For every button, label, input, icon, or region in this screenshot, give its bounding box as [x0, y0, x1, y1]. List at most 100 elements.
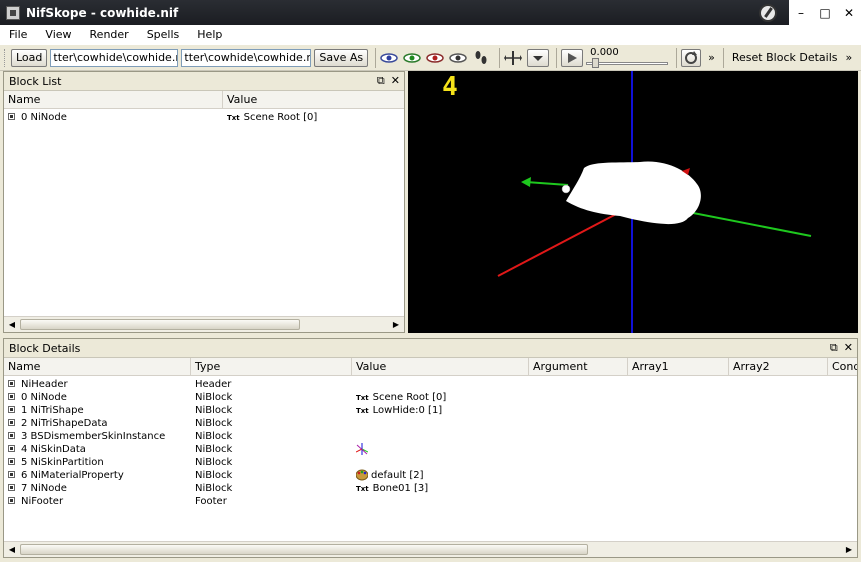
axes-icon	[355, 443, 369, 455]
loop-button[interactable]	[681, 48, 702, 67]
lod-label: 4	[442, 72, 458, 102]
menu-file[interactable]: File	[0, 25, 36, 45]
float-icon[interactable]: ⧉	[830, 342, 838, 354]
eye-red-icon[interactable]	[426, 49, 444, 67]
toolbar-overflow-1[interactable]: »	[704, 51, 719, 64]
row-type: NiBlock	[195, 483, 233, 494]
row-type: NiBlock	[195, 405, 233, 416]
expand-icon[interactable]	[8, 496, 15, 504]
table-row[interactable]: 2 NiTriShapeData NiBlock	[4, 417, 857, 430]
block-list-title: Block List	[9, 74, 62, 88]
table-row[interactable]: 4 NiSkinData NiBlock	[4, 443, 857, 456]
scroll-left-icon[interactable]: ◀	[4, 542, 20, 557]
toolbar-grip[interactable]	[4, 48, 7, 67]
expand-icon[interactable]	[8, 483, 15, 491]
block-list-panel: Block List ⧉ ✕ Name Value 0 NiNode Txt Sc…	[3, 71, 405, 333]
column-value[interactable]: Value	[352, 358, 529, 375]
expand-icon[interactable]	[8, 444, 15, 452]
eye-gray-icon[interactable]	[449, 49, 467, 67]
table-row[interactable]: 5 NiSkinPartition NiBlock	[4, 456, 857, 469]
view-dropdown-button[interactable]	[527, 48, 550, 67]
table-row[interactable]: 1 NiTriShape NiBlock Txt LowHide:0 [1]	[4, 404, 857, 417]
column-value[interactable]: Value	[223, 91, 404, 108]
column-name[interactable]: Name	[4, 358, 191, 375]
window-title: NifSkope - cowhide.nif	[26, 5, 179, 20]
table-row[interactable]: 7 NiNode NiBlock Txt Bone01 [3]	[4, 482, 857, 495]
scroll-thumb[interactable]	[20, 319, 300, 330]
axis-move-icon[interactable]	[504, 49, 523, 67]
expand-icon[interactable]	[8, 418, 15, 426]
render-viewport[interactable]: 4	[408, 71, 858, 333]
column-argument[interactable]: Argument	[529, 358, 628, 375]
menu-spells[interactable]: Spells	[138, 25, 189, 45]
row-type: NiBlock	[195, 457, 233, 468]
row-name: 4 NiSkinData	[21, 444, 86, 455]
expand-icon[interactable]	[8, 392, 15, 400]
block-details-title: Block Details	[9, 341, 81, 355]
scroll-left-icon[interactable]: ◀	[4, 317, 20, 332]
table-row[interactable]: 6 NiMaterialProperty NiBlock default [2]	[4, 469, 857, 482]
load-path-input[interactable]: tter\cowhide\cowhide.nif	[50, 48, 179, 67]
eye-green-icon[interactable]	[403, 49, 421, 67]
bone-node	[561, 184, 571, 194]
toolbar: Load tter\cowhide\cowhide.nif tter\cowhi…	[0, 45, 861, 71]
close-icon[interactable]: ✕	[391, 75, 400, 87]
row-value: LowHide:0 [1]	[372, 405, 443, 416]
scroll-right-icon[interactable]: ▶	[388, 317, 404, 332]
time-slider[interactable]: 0.000	[586, 47, 669, 69]
expand-icon[interactable]	[8, 112, 15, 120]
row-name: 5 NiSkinPartition	[21, 457, 104, 468]
table-row[interactable]: 0 NiNode NiBlock Txt Scene Root [0]	[4, 391, 857, 404]
expand-icon[interactable]	[8, 405, 15, 413]
row-name: 0 NiNode	[21, 392, 67, 403]
list-item[interactable]: 0 NiNode Txt Scene Root [0]	[4, 111, 404, 124]
text-type-icon: Txt	[356, 407, 369, 415]
cowhide-mesh	[566, 161, 701, 225]
row-type: Header	[195, 379, 232, 390]
menu-view[interactable]: View	[36, 25, 80, 45]
row-type: NiBlock	[195, 392, 233, 403]
close-icon[interactable]: ✕	[844, 342, 853, 354]
row-name: NiFooter	[21, 496, 64, 507]
menu-render[interactable]: Render	[81, 25, 138, 45]
play-button[interactable]	[561, 48, 584, 67]
expand-icon[interactable]	[8, 470, 15, 478]
block-list-hscroll[interactable]: ◀ ▶	[4, 316, 404, 332]
app-icon	[6, 5, 20, 20]
block-list-header: Name Value	[4, 91, 404, 109]
expand-icon[interactable]	[8, 457, 15, 465]
table-row[interactable]: NiHeader Header	[4, 378, 857, 391]
save-path-input[interactable]: tter\cowhide\cowhide.nif	[181, 48, 312, 67]
menu-help[interactable]: Help	[188, 25, 231, 45]
expand-icon[interactable]	[8, 431, 15, 439]
eye-blue-icon[interactable]	[380, 49, 398, 67]
column-array2[interactable]: Array2	[729, 358, 828, 375]
text-type-icon: Txt	[356, 485, 369, 493]
text-type-icon: Txt	[356, 394, 369, 402]
load-button[interactable]: Load	[11, 48, 48, 67]
y-axis-arrowhead	[521, 177, 531, 187]
column-name[interactable]: Name	[4, 91, 223, 108]
reset-block-details-button[interactable]: Reset Block Details	[728, 51, 842, 64]
float-icon[interactable]: ⧉	[377, 75, 385, 87]
toolbar-overflow-2[interactable]: »	[842, 51, 857, 64]
column-type[interactable]: Type	[191, 358, 352, 375]
scroll-right-icon[interactable]: ▶	[841, 542, 857, 557]
y-axis	[682, 210, 812, 237]
nifskope-logo-icon	[759, 3, 777, 22]
column-cond[interactable]: Cond	[828, 358, 857, 375]
maximize-button[interactable]: □	[813, 0, 837, 25]
block-details-rows: NiHeader Header 0 NiNode NiBlock Txt Scene Ro…	[4, 378, 857, 508]
column-array1[interactable]: Array1	[628, 358, 729, 375]
save-as-button[interactable]: Save As	[314, 48, 369, 67]
row-type: NiBlock	[195, 418, 233, 429]
block-details-hscroll[interactable]: ◀ ▶	[4, 541, 857, 557]
row-name: NiHeader	[21, 379, 68, 390]
table-row[interactable]: 3 BSDismemberSkinInstance NiBlock	[4, 430, 857, 443]
footprints-icon[interactable]	[472, 49, 490, 67]
table-row[interactable]: NiFooter Footer	[4, 495, 857, 508]
minimize-button[interactable]: –	[789, 0, 813, 25]
expand-icon[interactable]	[8, 379, 15, 387]
scroll-thumb[interactable]	[20, 544, 588, 555]
close-button[interactable]: ✕	[837, 0, 861, 25]
